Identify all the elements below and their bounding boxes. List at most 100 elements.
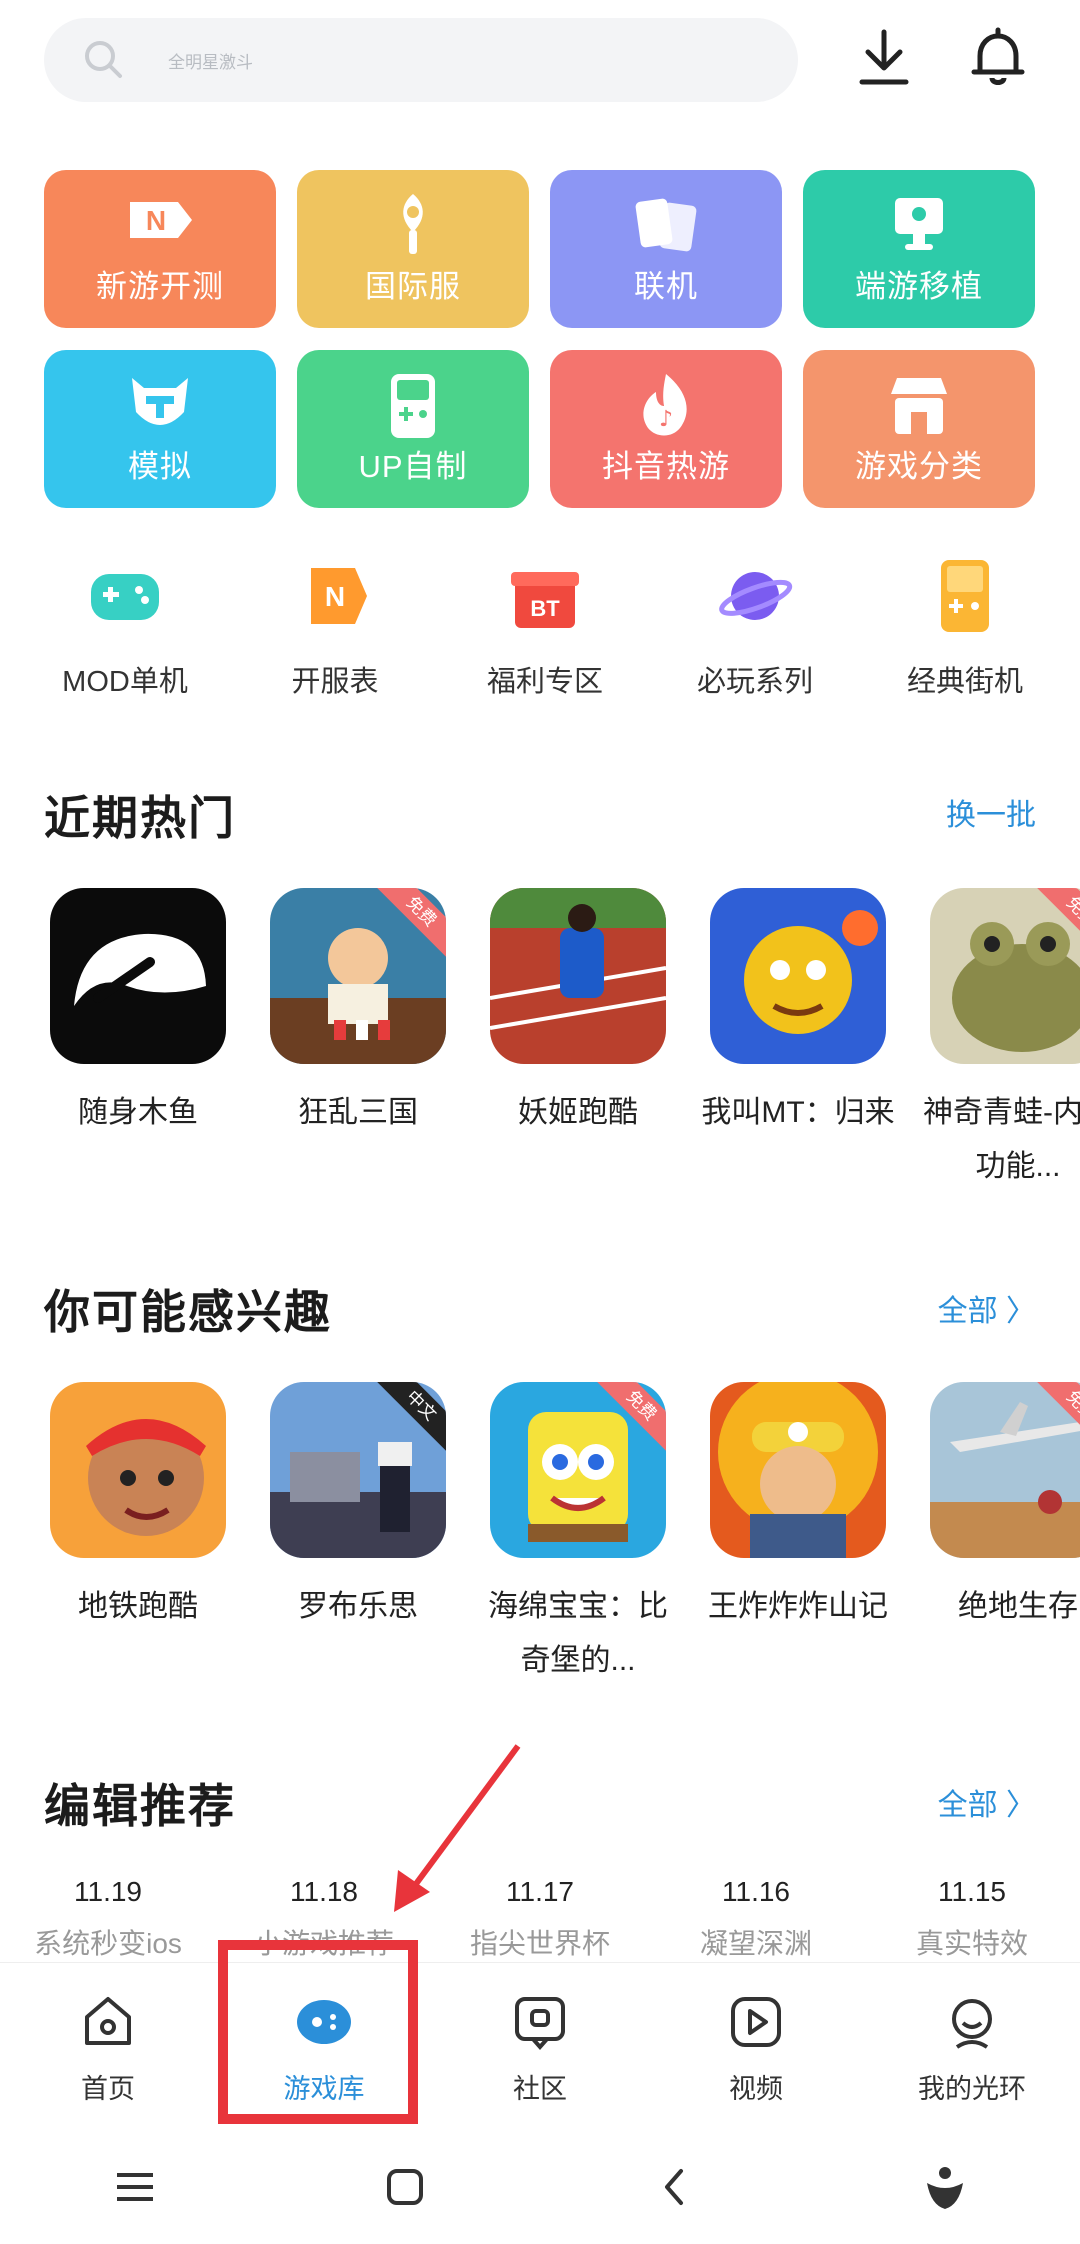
game-card[interactable]: 地铁跑酷 [50, 1382, 226, 1688]
game-card[interactable]: 免费 海绵宝宝：比奇堡的... [488, 1382, 668, 1688]
search-icon [80, 36, 128, 84]
editor-pick-date: 11.19 [74, 1876, 142, 1907]
editor-pick[interactable]: 11.16 凝望深渊 [648, 1876, 864, 1956]
nav-tab-label: 我的光环 [918, 2074, 1026, 2104]
tile-label: 游戏分类 [855, 449, 983, 484]
nav-tab[interactable]: 视频 [648, 1963, 864, 2130]
editor-all-link[interactable]: 全部 〉 [938, 1780, 1036, 1824]
editor-pick-title: 真实特效 [915, 1928, 1028, 1956]
shortcut-row: MOD单机 N 开服表 BT 福利专区 必玩系列 经典街机 [30, 556, 1060, 700]
category-tile[interactable]: UP自制 [297, 350, 529, 508]
refresh-batch-link[interactable]: 换一批 [946, 790, 1036, 834]
handheld-self-made-icon [375, 372, 451, 442]
gamepad-icon [85, 556, 165, 636]
editor-pick-date: 11.18 [290, 1876, 358, 1907]
bottom-navigation: 首页 游戏库 社区 视频 我的光环 [0, 1962, 1080, 2130]
category-tile[interactable]: 游戏分类 [803, 350, 1035, 508]
tile-label: 端游移植 [855, 269, 983, 304]
interest-all-link[interactable]: 全部 〉 [938, 1286, 1036, 1330]
editor-pick-date: 11.17 [506, 1876, 574, 1907]
game-card[interactable]: 王炸炸炸山记 [708, 1382, 888, 1688]
server-open-icon: N [295, 556, 375, 636]
shortcut-label: MOD单机 [62, 666, 188, 698]
home-icon [79, 1993, 137, 2051]
game-card[interactable]: 妖姬跑酷 [490, 888, 666, 1194]
shortcut-label: 必玩系列 [696, 666, 813, 698]
shortcut-item[interactable]: BT 福利专区 [450, 556, 640, 700]
game-card[interactable]: 免费 狂乱三国 [270, 888, 446, 1194]
game-icon [50, 888, 226, 1064]
game-icon: 免费 [270, 888, 446, 1064]
search-bar[interactable]: 全明星激斗 [44, 18, 798, 102]
editor-pick-title: 系统秒变ios [34, 1928, 182, 1956]
nav-tab[interactable]: 我的光环 [864, 1963, 1080, 2130]
game-card[interactable]: 免费神奇青蛙-内置功能... [923, 888, 1080, 1194]
svg-text:♪: ♪ [659, 407, 673, 432]
editor-pick[interactable]: 11.15 真实特效 [864, 1876, 1080, 1956]
game-card[interactable]: 中文 罗布乐思 [270, 1382, 446, 1688]
tile-label: 抖音热游 [602, 449, 730, 484]
bell-icon[interactable] [966, 26, 1030, 90]
game-name: 罗布乐思 [298, 1590, 418, 1623]
category-tile[interactable]: 模拟 [44, 350, 276, 508]
download-icon[interactable] [852, 26, 916, 90]
assistant-icon[interactable] [915, 2157, 975, 2217]
category-tile[interactable]: N 新游开测 [44, 170, 276, 328]
tile-label: UP自制 [358, 449, 468, 484]
tile-label: 新游开测 [96, 269, 224, 304]
category-tile[interactable]: ♪ 抖音热游 [550, 350, 782, 508]
game-name: 妖姬跑酷 [518, 1096, 638, 1129]
video-icon [727, 1993, 785, 2051]
game-card[interactable]: 随身木鱼 [50, 888, 226, 1194]
category-tiles: N 新游开测 国际服 联机 端游移植模拟 UP自制 ♪ 抖音热游 游戏分类 [44, 170, 1036, 508]
game-name: 地铁跑酷 [78, 1590, 198, 1623]
shortcut-item[interactable]: N 开服表 [240, 556, 430, 700]
globe-sword-icon [375, 192, 451, 262]
game-name: 海绵宝宝：比奇堡的... [488, 1590, 668, 1677]
tile-label: 联机 [634, 269, 698, 304]
category-tile[interactable]: 国际服 [297, 170, 529, 328]
monitor-icon [881, 192, 957, 262]
planet-icon [715, 556, 795, 636]
editor-pick[interactable]: 11.17 指尖世界杯 [432, 1876, 648, 1956]
community-icon [511, 1993, 569, 2051]
nav-tab-label: 首页 [81, 2074, 135, 2104]
category-tile[interactable]: 联机 [550, 170, 782, 328]
shortcut-item[interactable]: 经典街机 [870, 556, 1060, 700]
shop-icon [881, 372, 957, 442]
shortcut-item[interactable]: MOD单机 [30, 556, 220, 700]
shortcut-label: 福利专区 [486, 666, 603, 698]
back-icon[interactable] [645, 2157, 705, 2217]
shortcut-label: 经典街机 [906, 666, 1023, 698]
editor-pick-date: 11.15 [938, 1876, 1006, 1907]
nav-tab[interactable]: 社区 [432, 1963, 648, 2130]
emulator-mask-icon [122, 372, 198, 442]
editor-pick-title: 指尖世界杯 [469, 1928, 610, 1956]
annotation-highlight-box [218, 1940, 418, 2124]
editor-pick-date: 11.16 [722, 1876, 790, 1907]
game-card[interactable]: 我叫MT：归来 [701, 888, 895, 1194]
section-title-editor: 编辑推荐 [44, 1780, 236, 1832]
game-card[interactable]: 免费 绝地生存 [930, 1382, 1080, 1688]
section-title-hot: 近期热门 [44, 792, 236, 844]
game-icon [710, 888, 886, 1064]
home-square-icon[interactable] [375, 2157, 435, 2217]
shortcut-item[interactable]: 必玩系列 [660, 556, 850, 700]
editor-pick-title: 凝望深渊 [699, 1928, 812, 1956]
nav-tab[interactable]: 首页 [0, 1963, 216, 2130]
hot-games-list: 随身木鱼免费狂乱三国妖姬跑酷 我叫MT：归来免费神奇青蛙-内置功能... [50, 888, 1080, 1194]
menu-icon[interactable] [105, 2157, 165, 2217]
arcade-icon [925, 556, 1005, 636]
category-tile[interactable]: 端游移植 [803, 170, 1035, 328]
game-icon [490, 888, 666, 1064]
game-icon: 免费 [930, 888, 1080, 1064]
new-game-icon: N [122, 192, 198, 262]
editor-pick[interactable]: 11.19 系统秒变ios [0, 1876, 216, 1956]
interest-games-list: 地铁跑酷 中文 罗布乐思 免费 海绵宝宝：比奇堡的... 王炸炸炸山记 免费 绝地生存 [50, 1382, 1080, 1688]
system-navigation [0, 2130, 1080, 2244]
game-name: 绝地生存 [958, 1590, 1078, 1623]
douyin-flame-icon: ♪ [628, 372, 704, 442]
svg-text:BT: BT [530, 596, 560, 621]
game-name: 王炸炸炸山记 [708, 1590, 888, 1623]
top-bar: 全明星激斗 [0, 0, 1080, 120]
